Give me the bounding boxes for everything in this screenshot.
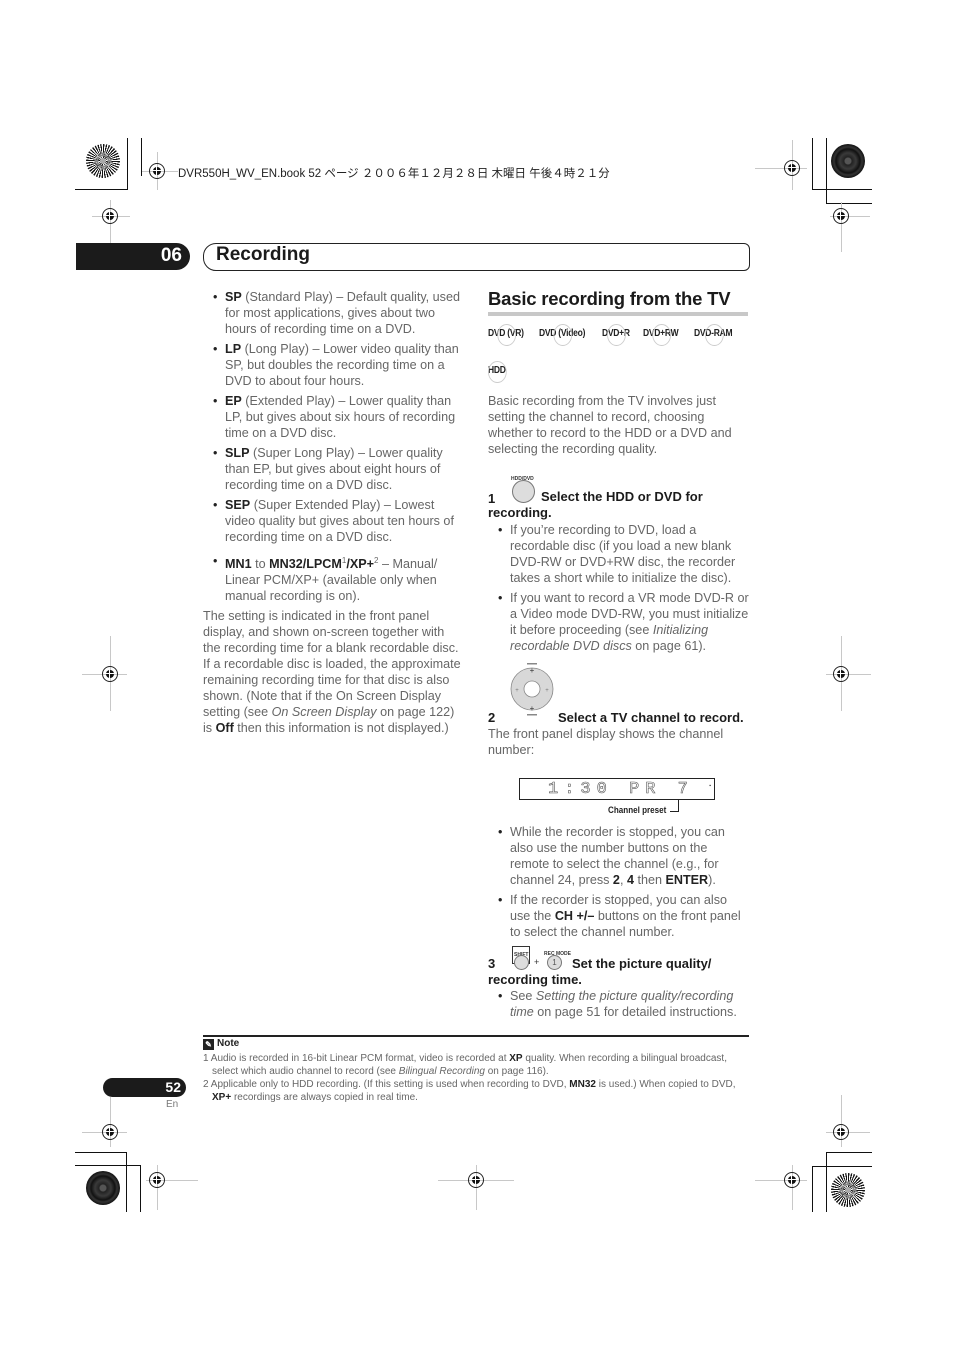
- color-registration-mark: [86, 144, 120, 178]
- badge-hdd: HDD: [488, 361, 507, 383]
- step-1-header: HDD/DVD 1: [488, 471, 750, 507]
- list-item: SLP (Super Long Play) – Lower quality th…: [203, 445, 465, 493]
- recording-mode-list: SP (Standard Play) – Default quality, us…: [203, 289, 465, 604]
- hdd-dvd-button-icon: [512, 480, 535, 503]
- step-2-description: The front panel display shows the channe…: [488, 727, 724, 757]
- registration-mark: [833, 666, 849, 682]
- list-item: If you want to record a VR mode DVD-R or…: [488, 590, 750, 654]
- right-column: Basic recording from the TV involves jus…: [488, 393, 750, 758]
- registration-mark: [833, 208, 849, 224]
- note-divider: [203, 1035, 749, 1037]
- section-divider: [488, 312, 748, 316]
- chapter-number: 06: [160, 245, 182, 266]
- left-column: SP (Standard Play) – Default quality, us…: [203, 289, 465, 736]
- page-number: 52: [165, 1079, 181, 1095]
- color-registration-mark: [831, 1173, 865, 1207]
- registration-mark: [149, 163, 165, 179]
- registration-mark: [102, 1124, 118, 1140]
- registration-mark: [784, 160, 800, 176]
- footnote-1: 1 Audio is recorded in 16-bit Linear PCM…: [203, 1053, 727, 1077]
- svg-text:+: +: [530, 666, 535, 675]
- front-panel-readout: 1:30 PR 7: [548, 780, 694, 800]
- color-registration-mark: [86, 1171, 120, 1205]
- page-language: En: [166, 1099, 179, 1110]
- registration-mark: [102, 666, 118, 682]
- footnotes: 1 Audio is recorded in 16-bit Linear PCM…: [203, 1052, 751, 1104]
- svg-text:+: +: [515, 688, 519, 694]
- section-title: Basic recording from the TV: [488, 288, 731, 309]
- chapter-title-box: Recording: [203, 243, 750, 271]
- svg-text:+: +: [545, 688, 549, 694]
- list-item: SP (Standard Play) – Default quality, us…: [203, 289, 465, 337]
- list-item-manual: MN1 to MN32/LPCM1/XP+2 – Manual/ Linear …: [203, 553, 465, 604]
- front-panel-paragraph: The setting is indicated in the front pa…: [203, 609, 461, 736]
- list-item: EP (Extended Play) – Lower quality than …: [203, 393, 465, 441]
- intro-paragraph: Basic recording from the TV involves jus…: [488, 394, 732, 456]
- step-3-bullets: See Setting the picture quality/recordin…: [488, 988, 750, 1020]
- list-item: SEP (Super Extended Play) – Lowest video…: [203, 497, 465, 545]
- key-1-icon: 1: [547, 955, 562, 970]
- channel-preset-callout: Channel preset: [608, 805, 667, 816]
- badge-dvd-plus-rw: DVD+RW: [643, 324, 679, 346]
- step-2-bullets-block: While the recorder is stopped, you can a…: [488, 824, 750, 1024]
- chapter-title: Recording: [216, 244, 310, 265]
- step-3-number: 3: [488, 956, 496, 971]
- step-2-number: 2: [488, 710, 496, 725]
- badge-dvd-plus-r: DVD+R: [601, 324, 630, 346]
- front-panel-display: 1:30 PR 7 ▪: [519, 778, 715, 800]
- list-item: See Setting the picture quality/recordin…: [488, 988, 750, 1020]
- list-item: LP (Long Play) – Lower video quality tha…: [203, 341, 465, 389]
- registration-mark: [102, 208, 118, 224]
- note-heading: ✎ Note: [203, 1038, 239, 1050]
- footnote-2: 2 Applicable only to HDD recording. (If …: [203, 1079, 736, 1103]
- book-info-header: DVR550H_WV_EN.book 52 ページ ２００６年１２月２８日 木曜…: [178, 168, 610, 180]
- registration-mark: [468, 1172, 484, 1188]
- color-registration-mark: [831, 144, 865, 178]
- svg-text:+: +: [530, 704, 535, 713]
- step-2-title: Select a TV channel to record.: [558, 710, 744, 725]
- registration-mark: [784, 1172, 800, 1188]
- step-2-header: + + + + 2 Select a TV channel to record.: [488, 660, 750, 726]
- chapter-number-tab: 06: [76, 243, 190, 270]
- disc-type-badges: DVD (VR) DVD (Video) DVD+R DVD+RW DVD-RA…: [488, 324, 745, 383]
- registration-mark: [833, 1124, 849, 1140]
- pencil-icon: ✎: [203, 1039, 214, 1050]
- list-item: While the recorder is stopped, you can a…: [488, 824, 750, 888]
- channel-dial-icon: + + + +: [510, 663, 554, 716]
- list-item: If you’re recording to DVD, load a recor…: [488, 522, 750, 586]
- step-1-number: 1: [488, 491, 496, 506]
- shift-button-icon: [514, 955, 529, 970]
- step-1-bullets: If you’re recording to DVD, load a recor…: [488, 522, 750, 654]
- badge-dvd-vr: DVD (VR): [488, 324, 524, 346]
- list-item: If the recorder is stopped, you can also…: [488, 892, 750, 940]
- registration-mark: [149, 1172, 165, 1188]
- step-3-header: SHIFT REC MODE + 1 3: [488, 946, 750, 972]
- page-number-tab: 52: [103, 1078, 186, 1097]
- badge-dvd-ram: DVD-RAM: [693, 324, 733, 346]
- step-2-bullets: While the recorder is stopped, you can a…: [488, 824, 750, 940]
- badge-dvd-video: DVD (Video): [538, 324, 585, 346]
- plus-sign: +: [534, 957, 540, 967]
- panel-indicator: ▪: [709, 783, 711, 789]
